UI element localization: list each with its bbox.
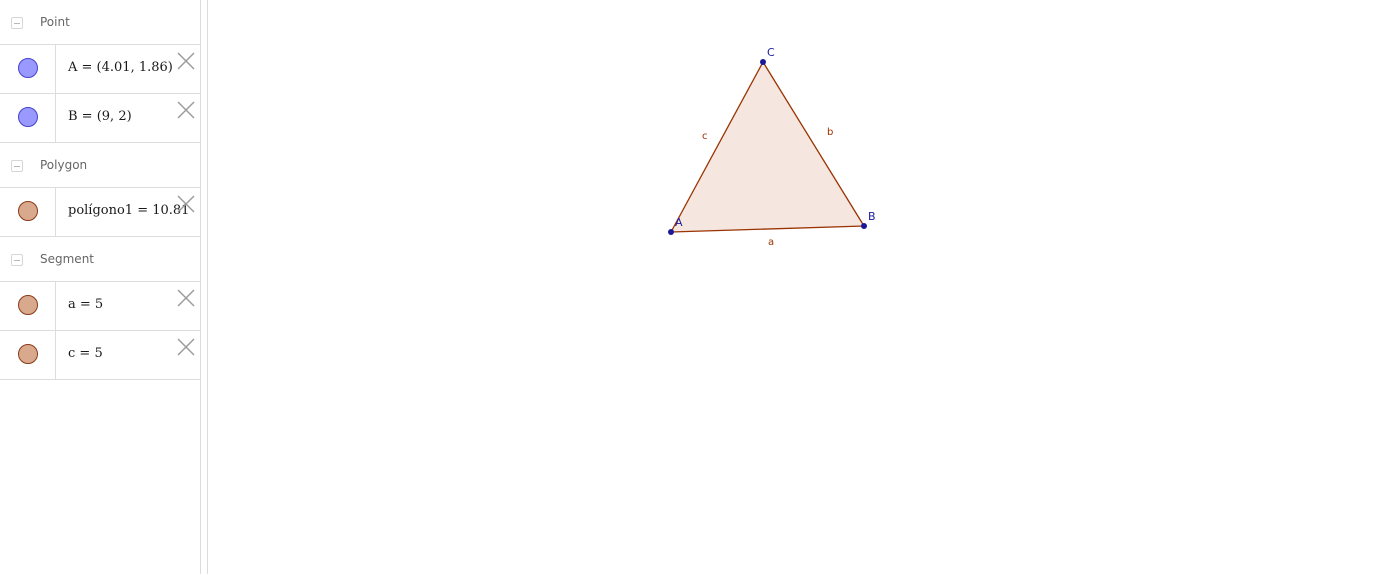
marble-cell bbox=[0, 331, 56, 379]
point-b[interactable] bbox=[861, 223, 867, 229]
point-c[interactable] bbox=[760, 59, 766, 65]
visibility-marble-icon[interactable] bbox=[18, 58, 38, 78]
geogebra-app: Point A = (4.01, 1.86) B = (9, 2) Polygo… bbox=[0, 0, 1376, 574]
view-splitter[interactable] bbox=[200, 0, 208, 574]
marble-cell bbox=[0, 188, 56, 236]
group-title: Point bbox=[40, 15, 70, 29]
delete-icon[interactable] bbox=[176, 337, 196, 357]
point-label-a: A bbox=[675, 216, 683, 229]
algebra-row-polygon1[interactable]: polígono1 = 10.81 bbox=[0, 188, 200, 237]
point-a[interactable] bbox=[668, 229, 674, 235]
point-label-c: C bbox=[767, 46, 775, 59]
graphics-canvas[interactable]: a b c A B C bbox=[208, 0, 1376, 574]
delete-icon[interactable] bbox=[176, 51, 196, 71]
delete-icon[interactable] bbox=[176, 288, 196, 308]
algebra-row-text[interactable]: B = (9, 2) bbox=[68, 109, 132, 124]
visibility-marble-icon[interactable] bbox=[18, 295, 38, 315]
group-header-segment: Segment bbox=[0, 237, 200, 282]
group-header-point: Point bbox=[0, 0, 200, 45]
algebra-row-point-a[interactable]: A = (4.01, 1.86) bbox=[0, 45, 200, 94]
group-title: Segment bbox=[40, 252, 94, 266]
algebra-row-text[interactable]: polígono1 = 10.81 bbox=[68, 203, 189, 218]
collapse-icon[interactable] bbox=[11, 17, 23, 29]
graphics-view[interactable]: a b c A B C bbox=[208, 0, 1376, 574]
marble-cell bbox=[0, 45, 56, 93]
collapse-icon[interactable] bbox=[11, 160, 23, 172]
algebra-row-point-b[interactable]: B = (9, 2) bbox=[0, 94, 200, 143]
algebra-row-segment-a[interactable]: a = 5 bbox=[0, 282, 200, 331]
marble-cell bbox=[0, 282, 56, 330]
segment-label-c: c bbox=[702, 131, 708, 142]
visibility-marble-icon[interactable] bbox=[18, 344, 38, 364]
segment-label-a: a bbox=[768, 237, 774, 248]
algebra-row-segment-c[interactable]: c = 5 bbox=[0, 331, 200, 380]
group-title: Polygon bbox=[40, 158, 88, 172]
visibility-marble-icon[interactable] bbox=[18, 107, 38, 127]
algebra-row-text[interactable]: c = 5 bbox=[68, 346, 103, 361]
point-label-b: B bbox=[868, 210, 876, 223]
segment-label-b: b bbox=[827, 127, 833, 138]
algebra-row-text[interactable]: a = 5 bbox=[68, 297, 103, 312]
delete-icon[interactable] bbox=[176, 194, 196, 214]
delete-icon[interactable] bbox=[176, 100, 196, 120]
polygon-triangle[interactable] bbox=[671, 62, 864, 232]
group-header-polygon: Polygon bbox=[0, 143, 200, 188]
algebra-row-text[interactable]: A = (4.01, 1.86) bbox=[68, 60, 173, 75]
algebra-view: Point A = (4.01, 1.86) B = (9, 2) Polygo… bbox=[0, 0, 200, 574]
visibility-marble-icon[interactable] bbox=[18, 201, 38, 221]
marble-cell bbox=[0, 94, 56, 142]
collapse-icon[interactable] bbox=[11, 254, 23, 266]
